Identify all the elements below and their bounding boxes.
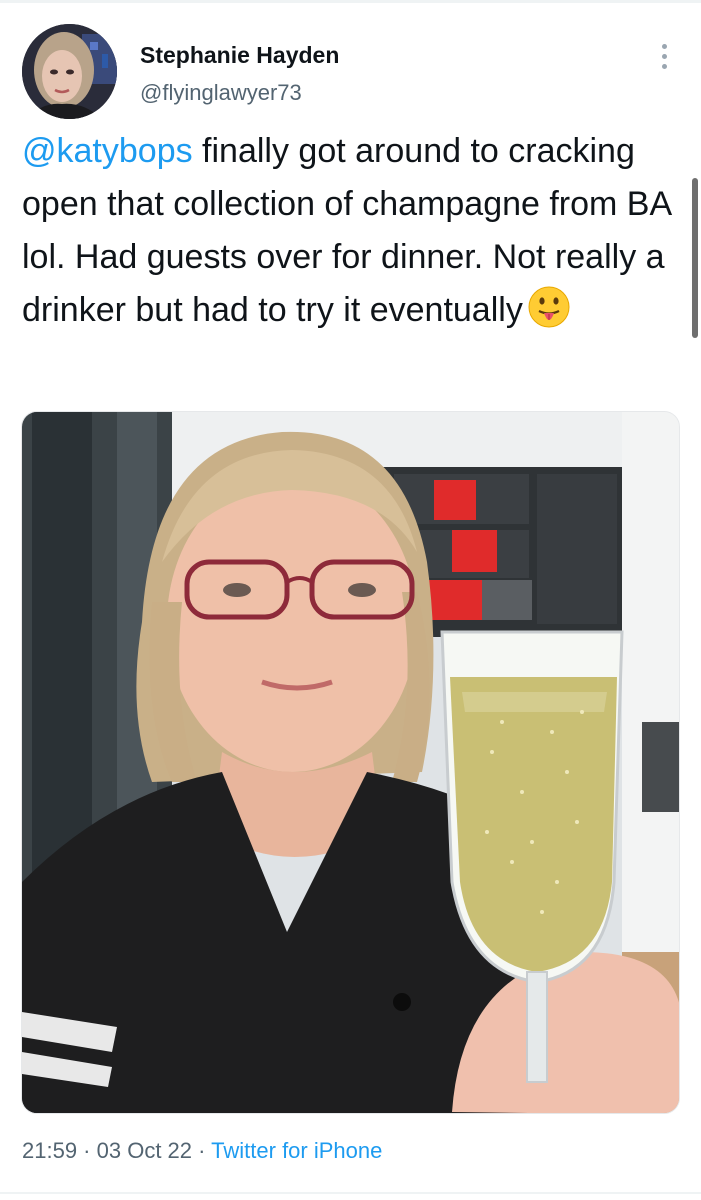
mention-link[interactable]: @katybops (22, 132, 193, 170)
meta-separator-2: · (192, 1138, 212, 1163)
tweet-photo[interactable] (21, 411, 680, 1114)
scrollbar[interactable] (692, 178, 698, 338)
tweet-time[interactable]: 21:59 (22, 1138, 77, 1163)
author-handle[interactable]: @flyinglawyer73 (140, 80, 302, 106)
bottom-divider (0, 1192, 701, 1194)
face-with-tongue-icon (527, 285, 571, 329)
meta-separator: · (77, 1138, 97, 1163)
tweet-date[interactable]: 03 Oct 22 (97, 1138, 192, 1163)
top-divider (0, 0, 701, 3)
more-vertical-icon[interactable] (644, 36, 684, 76)
tweet-meta: 21:59 · 03 Oct 22 · Twitter for iPhone (22, 1138, 382, 1164)
tweet-text: @katybops finally got around to cracking… (22, 125, 687, 337)
author-name[interactable]: Stephanie Hayden (140, 42, 339, 69)
tweet-source[interactable]: Twitter for iPhone (211, 1138, 382, 1163)
avatar[interactable] (22, 24, 117, 119)
